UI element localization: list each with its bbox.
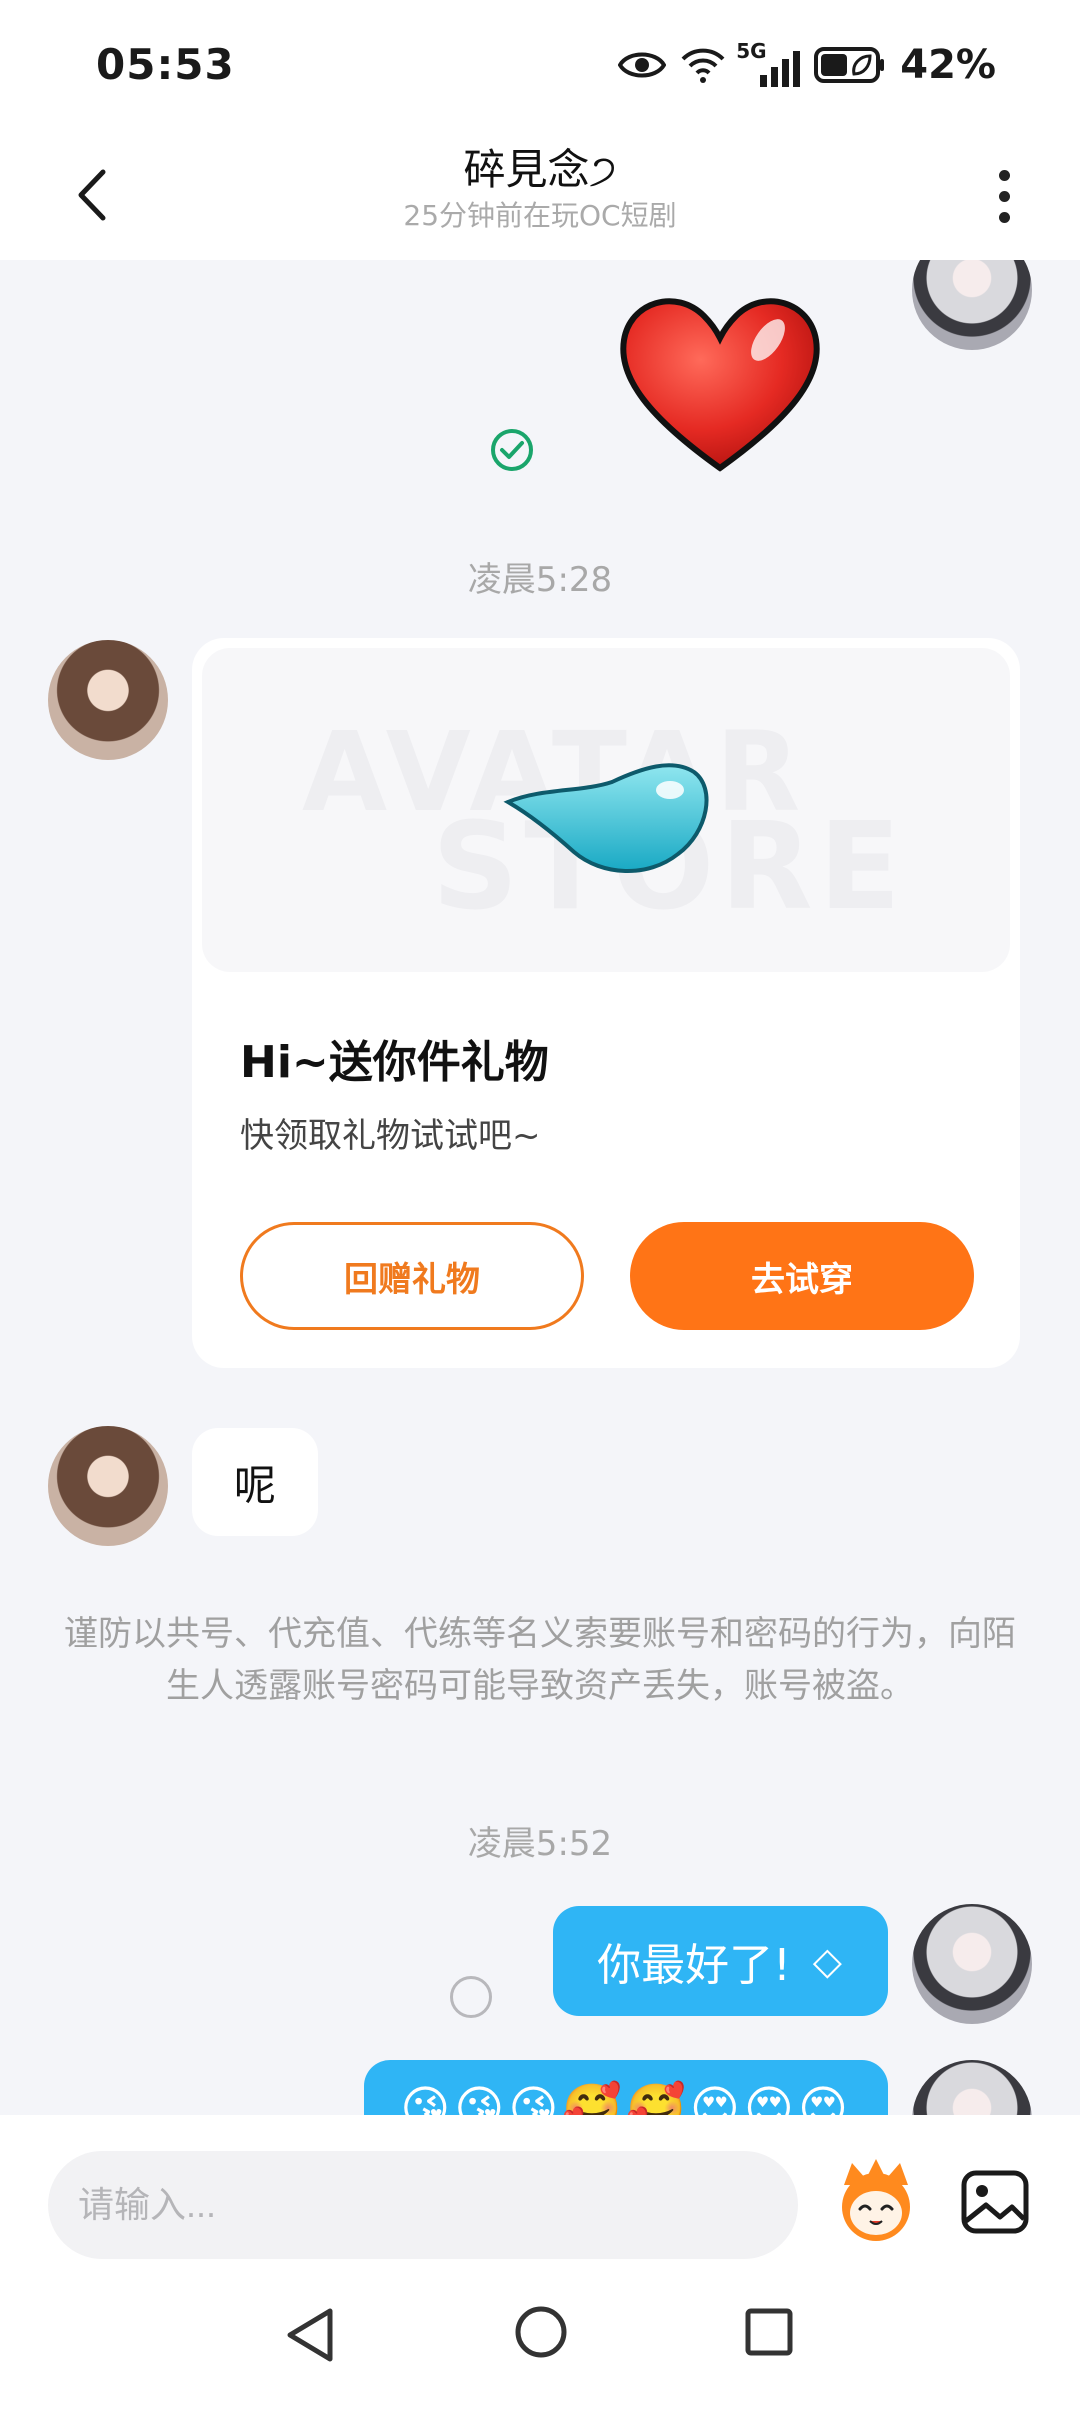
status-time: 05:53: [96, 40, 235, 89]
timestamp: 凌晨5:28: [467, 560, 613, 600]
battery-icon: [814, 46, 886, 84]
chat-header: 碎見念੭ 25分钟前在玩OC短剧: [0, 130, 1080, 260]
status-icons: 5G 42%: [618, 39, 996, 90]
wifi-icon: [680, 45, 726, 85]
water-drop-icon: [503, 763, 709, 873]
mascot-emoji-icon[interactable]: [830, 2155, 922, 2247]
self-avatar[interactable]: [912, 1904, 1032, 2024]
self-avatar[interactable]: [912, 2060, 1032, 2115]
contact-avatar[interactable]: [48, 1426, 168, 1546]
return-gift-button[interactable]: 回赠礼物: [240, 1222, 584, 1330]
sending-status-icon: [450, 1976, 492, 2018]
nav-recents-icon[interactable]: [744, 2307, 794, 2357]
image-picker-icon[interactable]: [958, 2165, 1032, 2239]
message-bubble-sent[interactable]: 你最好了! ◇: [553, 1906, 888, 2016]
status-bar: 05:53 5G 42%: [0, 0, 1080, 130]
gift-title: Hi~送你件礼物: [240, 1037, 549, 1088]
self-avatar[interactable]: [912, 260, 1032, 350]
gift-card[interactable]: AVATAR STORE Hi~送你件礼物 快领取礼物试试吧~ 回赠礼物 去试穿: [192, 638, 1020, 1368]
nav-home-icon[interactable]: [514, 2305, 568, 2359]
signal-icon: 5G: [736, 39, 801, 87]
message-text: 你最好了!: [597, 1940, 791, 1991]
message-bubble-received[interactable]: 呢: [192, 1428, 319, 1536]
security-notice: 谨防以共号、代充值、代练等名义索要账号和密码的行为，向陌生人透露账号密码可能导致…: [64, 1614, 1016, 1706]
gift-subtitle: 快领取礼物试试吧~: [240, 1116, 541, 1156]
chat-area[interactable]: 凌晨5:28 AVATAR STORE Hi~送你件礼物 快领取礼物试试吧~ 回…: [0, 260, 1080, 2115]
eye-icon: [618, 48, 667, 82]
try-on-button[interactable]: 去试穿: [630, 1222, 974, 1330]
heart-sticker: [620, 298, 820, 472]
network-type: 5G: [736, 39, 767, 63]
nav-back-icon[interactable]: [282, 2305, 338, 2365]
chat-subtitle: 25分钟前在玩OC短剧: [403, 199, 677, 232]
message-bubble-sent[interactable]: 😘😘😘🥰🥰😍😍😍: [364, 2060, 888, 2115]
system-nav-bar: [0, 2265, 1080, 2412]
battery-percent: 42%: [900, 42, 996, 88]
read-check-icon: [491, 429, 533, 471]
chat-title: 碎見念੭: [463, 145, 617, 194]
input-bar: [0, 2115, 1080, 2265]
more-button[interactable]: [974, 156, 1034, 236]
contact-avatar[interactable]: [48, 640, 168, 760]
timestamp: 凌晨5:52: [467, 1824, 613, 1864]
diamond-icon: ◇: [812, 1939, 842, 1983]
gift-image: AVATAR STORE: [202, 648, 1010, 972]
message-input[interactable]: [48, 2151, 798, 2259]
more-vertical-icon: [998, 169, 1010, 181]
